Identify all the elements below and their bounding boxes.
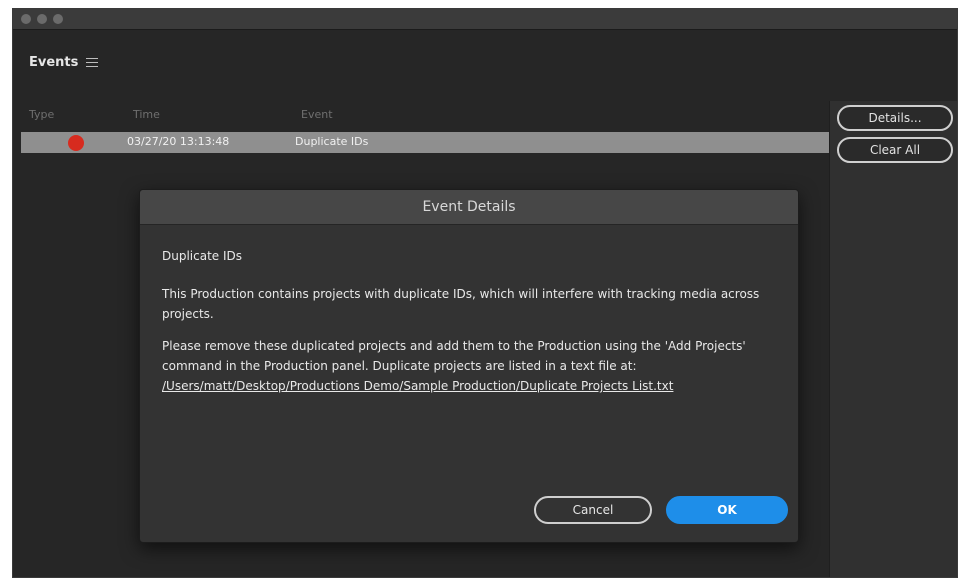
events-window: Events Type Time Event 03/27/20 13:13:48… xyxy=(12,8,958,578)
window-titlebar[interactable] xyxy=(13,9,957,30)
zoom-window-icon[interactable] xyxy=(53,14,63,24)
panel-header: Events xyxy=(29,55,99,70)
minimize-window-icon[interactable] xyxy=(37,14,47,24)
column-header-time[interactable]: Time xyxy=(133,108,160,121)
dialog-title: Event Details xyxy=(140,190,798,225)
clear-all-button[interactable]: Clear All xyxy=(837,137,953,163)
ok-button[interactable]: OK xyxy=(666,496,788,524)
error-status-icon xyxy=(68,135,84,151)
cancel-button[interactable]: Cancel xyxy=(534,496,652,524)
event-details-dialog: Event Details Duplicate IDs This Product… xyxy=(139,189,799,543)
close-window-icon[interactable] xyxy=(21,14,31,24)
event-name: Duplicate IDs xyxy=(295,135,369,148)
table-row[interactable]: 03/27/20 13:13:48 Duplicate IDs xyxy=(21,132,829,153)
hamburger-menu-icon[interactable] xyxy=(86,58,99,67)
dialog-paragraph-2: Please remove these duplicated projects … xyxy=(162,339,746,373)
dialog-paragraph-1: This Production contains projects with d… xyxy=(162,287,760,321)
panel-title[interactable]: Events xyxy=(29,55,78,70)
side-panel xyxy=(829,101,957,577)
event-time: 03/27/20 13:13:48 xyxy=(127,135,230,148)
duplicate-list-path-link[interactable]: /Users/matt/Desktop/Productions Demo/Sam… xyxy=(162,376,772,396)
dialog-heading: Duplicate IDs xyxy=(162,249,243,263)
details-button[interactable]: Details... xyxy=(837,105,953,131)
column-header-type[interactable]: Type xyxy=(29,108,54,121)
dialog-body: Duplicate IDs This Production contains p… xyxy=(162,246,772,408)
column-header-event[interactable]: Event xyxy=(301,108,333,121)
